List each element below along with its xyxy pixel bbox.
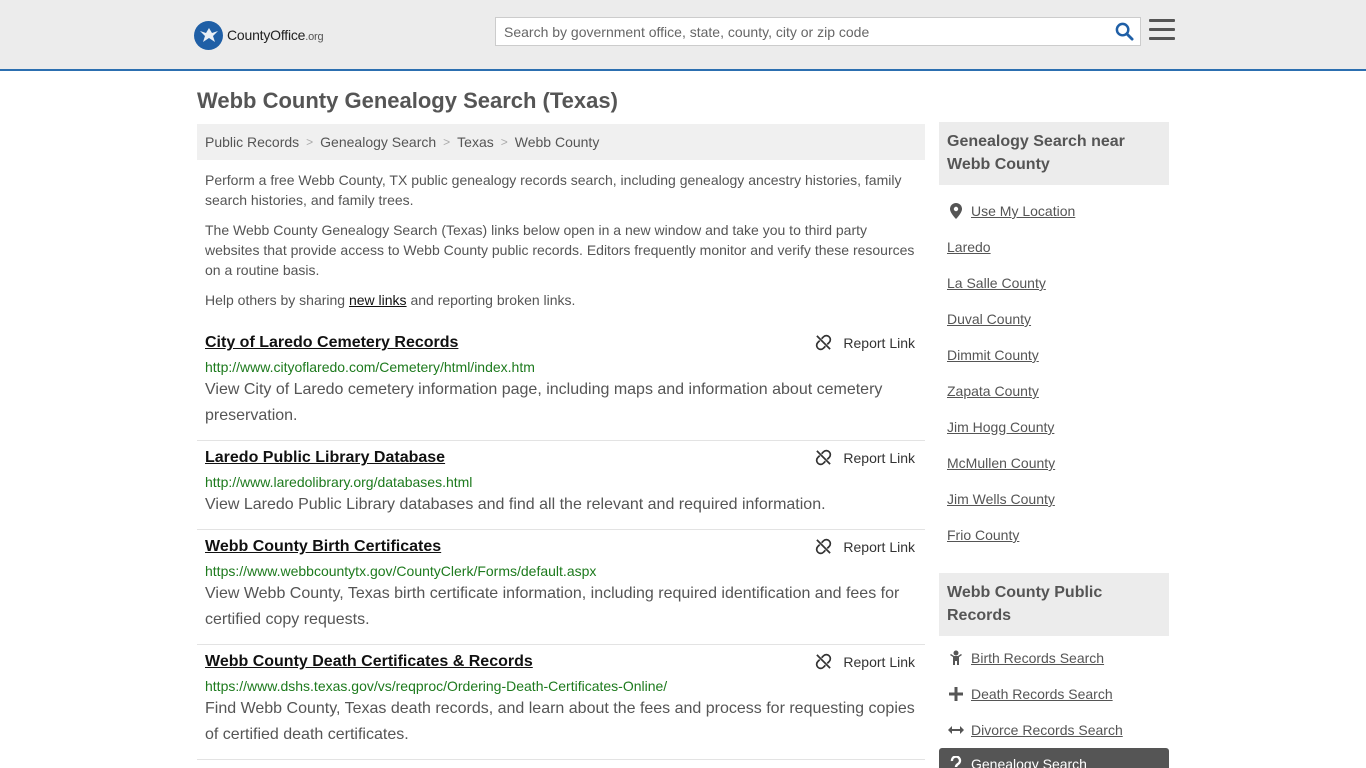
records-item: Divorce Records Search — [947, 712, 1161, 748]
search-input[interactable] — [496, 18, 1108, 45]
result-item: City of Laredo Cemetery Records Report L… — [197, 326, 925, 441]
broken-link-icon — [815, 334, 832, 351]
nearby-link-duval-county[interactable]: Duval County — [947, 311, 1031, 327]
site-header: CountyOffice.org — [0, 0, 1366, 71]
result-item: Webb County Birth Certificates Report Li… — [197, 530, 925, 645]
nearby-item: Jim Wells County — [947, 481, 1161, 517]
intro-paragraph: The Webb County Genealogy Search (Texas)… — [205, 222, 915, 278]
result-url[interactable]: https://www.dshs.texas.gov/vs/reqproc/Or… — [205, 677, 917, 695]
public-records-section: Webb County Public Records Birth Records… — [939, 573, 1169, 768]
share-links-paragraph: Help others by sharing new links and rep… — [205, 292, 576, 308]
search-button[interactable] — [1108, 18, 1140, 45]
broken-link-icon — [815, 449, 832, 466]
breadcrumb-separator: > — [306, 135, 314, 149]
divorce-records-link[interactable]: Divorce Records Search — [971, 722, 1123, 738]
plus-icon — [947, 687, 965, 701]
result-item: Webb County Death Certificates & Records… — [197, 645, 925, 760]
hamburger-menu-icon[interactable] — [1149, 19, 1175, 43]
report-link-button[interactable]: Report Link — [815, 449, 915, 466]
arrows-icon — [947, 724, 965, 736]
breadcrumb: Public Records > Genealogy Search > Texa… — [197, 124, 925, 160]
breadcrumb-webb-county[interactable]: Webb County — [515, 134, 600, 150]
search-bar — [495, 17, 1141, 46]
breadcrumb-public-records[interactable]: Public Records — [205, 134, 299, 150]
intro-paragraph: Perform a free Webb County, TX public ge… — [205, 172, 902, 208]
nearby-link-la-salle-county[interactable]: La Salle County — [947, 275, 1046, 291]
result-description: Find Webb County, Texas death records, a… — [205, 700, 915, 743]
new-links-link[interactable]: new links — [349, 292, 407, 308]
nearby-link-zapata-county[interactable]: Zapata County — [947, 383, 1039, 399]
intro-text: Perform a free Webb County, TX public ge… — [197, 170, 925, 310]
nearby-item: Jim Hogg County — [947, 409, 1161, 445]
use-my-location-link[interactable]: Use My Location — [971, 203, 1075, 219]
death-records-link[interactable]: Death Records Search — [971, 686, 1113, 702]
result-title-link[interactable]: Laredo Public Library Database — [205, 448, 445, 468]
records-item: Death Records Search — [947, 676, 1161, 712]
records-item: Birth Records Search — [947, 640, 1161, 676]
result-url[interactable]: http://www.cityoflaredo.com/Cemetery/htm… — [205, 358, 917, 376]
report-link-button[interactable]: Report Link — [815, 653, 915, 670]
breadcrumb-separator: > — [500, 135, 508, 149]
broken-link-icon — [815, 653, 832, 670]
result-item: Laredo Public Library Database Report Li… — [197, 441, 925, 530]
sidebar: Genealogy Search near Webb County Use My… — [939, 122, 1169, 768]
nearby-link-dimmit-county[interactable]: Dimmit County — [947, 347, 1039, 363]
page-title: Webb County Genealogy Search (Texas) — [197, 88, 618, 113]
result-url[interactable]: http://www.laredolibrary.org/databases.h… — [205, 473, 917, 491]
breadcrumb-texas[interactable]: Texas — [457, 134, 494, 150]
nearby-item: La Salle County — [947, 265, 1161, 301]
result-description: View Laredo Public Library databases and… — [205, 496, 826, 513]
result-title-link[interactable]: Webb County Death Certificates & Records — [205, 652, 533, 672]
nearby-link-jim-hogg-county[interactable]: Jim Hogg County — [947, 419, 1054, 435]
nearby-link-mcmullen-county[interactable]: McMullen County — [947, 455, 1055, 471]
result-title-link[interactable]: City of Laredo Cemetery Records — [205, 333, 458, 353]
nearby-item: Frio County — [947, 517, 1161, 553]
logo-text: CountyOffice.org — [227, 27, 324, 43]
report-link-button[interactable]: Report Link — [815, 538, 915, 555]
result-description: View City of Laredo cemetery information… — [205, 381, 883, 424]
result-title-link[interactable]: Webb County Birth Certificates — [205, 537, 441, 557]
nearby-link-frio-county[interactable]: Frio County — [947, 527, 1019, 543]
nearby-item: McMullen County — [947, 445, 1161, 481]
breadcrumb-genealogy-search[interactable]: Genealogy Search — [320, 134, 436, 150]
report-link-button[interactable]: Report Link — [815, 334, 915, 351]
birth-records-link[interactable]: Birth Records Search — [971, 650, 1104, 666]
broken-link-icon — [815, 538, 832, 555]
birth-icon — [947, 650, 965, 666]
records-item-active: Genealogy Search — [939, 748, 1169, 768]
nearby-item: Duval County — [947, 301, 1161, 337]
nearby-link-jim-wells-county[interactable]: Jim Wells County — [947, 491, 1055, 507]
sidebar-nearby-title: Genealogy Search near Webb County — [939, 122, 1169, 185]
nearby-link-laredo[interactable]: Laredo — [947, 239, 991, 255]
search-icon — [1115, 22, 1134, 41]
nearby-list: Use My Location Laredo La Salle County D… — [939, 185, 1169, 553]
location-pin-icon — [947, 203, 965, 219]
nearby-item: Dimmit County — [947, 337, 1161, 373]
results-list: City of Laredo Cemetery Records Report L… — [197, 326, 925, 760]
genealogy-search-link[interactable]: Genealogy Search — [971, 756, 1087, 768]
logo-badge-icon — [194, 20, 223, 50]
question-icon — [947, 756, 965, 768]
use-location-item: Use My Location — [947, 193, 1161, 229]
result-description: View Webb County, Texas birth certificat… — [205, 585, 900, 628]
breadcrumb-separator: > — [443, 135, 451, 149]
main-content: Public Records > Genealogy Search > Texa… — [197, 124, 925, 760]
nearby-item: Laredo — [947, 229, 1161, 265]
site-logo[interactable]: CountyOffice.org — [194, 20, 324, 50]
nearby-item: Zapata County — [947, 373, 1161, 409]
sidebar-records-title: Webb County Public Records — [939, 573, 1169, 636]
records-list: Birth Records Search Death Records Searc… — [939, 636, 1169, 768]
result-url[interactable]: https://www.webbcountytx.gov/CountyClerk… — [205, 562, 917, 580]
